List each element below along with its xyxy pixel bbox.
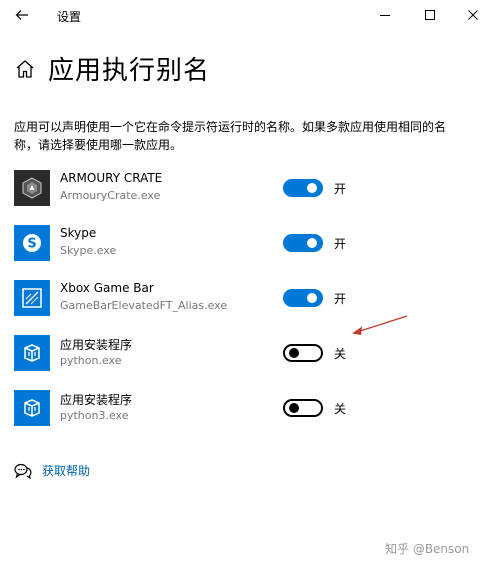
svg-text:S: S bbox=[27, 237, 36, 252]
app-name: Skype bbox=[60, 226, 97, 240]
title-bar: 设置 bbox=[0, 0, 494, 32]
app-name: 应用安装程序 bbox=[60, 393, 133, 407]
watermark: 知乎 @Benson bbox=[385, 542, 470, 556]
alias-toggle-skype[interactable] bbox=[283, 234, 323, 252]
alias-toggle-armoury-crate[interactable] bbox=[283, 179, 323, 197]
app-exe-name: GameBarElevatedFT_Alias.exe bbox=[60, 299, 228, 312]
back-button[interactable] bbox=[11, 4, 33, 26]
app-name: ARMOURY CRATE bbox=[60, 171, 163, 185]
app-name: Xbox Game Bar bbox=[60, 281, 154, 295]
alias-row-skype: S Skype Skype.exe 开 bbox=[14, 225, 454, 263]
alias-toggle-python[interactable] bbox=[283, 344, 323, 362]
toggle-knob bbox=[307, 293, 317, 303]
app-installer-icon bbox=[14, 390, 50, 426]
alias-row-python: 应用安装程序 python.exe 关 bbox=[14, 335, 454, 373]
app-installer-icon bbox=[14, 335, 50, 371]
skype-icon: S bbox=[14, 225, 50, 261]
app-exe-name: python3.exe bbox=[60, 409, 129, 422]
toggle-knob bbox=[307, 238, 317, 248]
close-icon bbox=[468, 10, 478, 20]
toggle-state-label: 关 bbox=[334, 347, 347, 361]
toggle-state-label: 开 bbox=[334, 292, 347, 306]
settings-window: 设置 应用执行别名 应用可以声明使用一个它在命令提示符运行时的名称。如果多款应用… bbox=[0, 0, 494, 570]
alias-row-python3: 应用安装程序 python3.exe 关 bbox=[14, 390, 454, 428]
toggle-knob bbox=[289, 403, 299, 413]
get-help-link[interactable]: 获取帮助 bbox=[14, 462, 90, 479]
toggle-knob bbox=[289, 348, 299, 358]
armoury-crate-icon bbox=[14, 170, 50, 206]
alias-toggle-xbox-game-bar[interactable] bbox=[283, 289, 323, 307]
app-exe-name: ArmouryCrate.exe bbox=[60, 189, 161, 202]
maximize-icon bbox=[425, 10, 435, 20]
app-name: 应用安装程序 bbox=[60, 338, 133, 352]
home-icon bbox=[16, 59, 34, 78]
toggle-knob bbox=[307, 183, 317, 193]
toggle-state-label: 开 bbox=[334, 182, 347, 196]
alias-row-armoury-crate: ARMOURY CRATE ArmouryCrate.exe 开 bbox=[14, 170, 454, 208]
window-title: 设置 bbox=[57, 10, 82, 24]
alias-toggle-python3[interactable] bbox=[283, 399, 323, 417]
back-arrow-icon bbox=[15, 10, 28, 20]
page-title: 应用执行别名 bbox=[48, 56, 211, 86]
xbox-game-bar-icon bbox=[14, 280, 50, 316]
page-header: 应用执行别名 bbox=[14, 50, 210, 87]
maximize-button[interactable] bbox=[413, 2, 447, 28]
toggle-state-label: 开 bbox=[334, 237, 347, 251]
close-button[interactable] bbox=[456, 2, 490, 28]
page-description: 应用可以声明使用一个它在命令提示符运行时的名称。如果多款应用使用相同的名称，请选… bbox=[14, 120, 447, 152]
alias-row-xbox-game-bar: Xbox Game Bar GameBarElevatedFT_Alias.ex… bbox=[14, 280, 454, 318]
help-chat-icon bbox=[14, 463, 32, 479]
minimize-button[interactable] bbox=[368, 2, 402, 28]
app-exe-name: Skype.exe bbox=[60, 244, 117, 257]
toggle-state-label: 关 bbox=[334, 402, 347, 416]
minimize-icon bbox=[380, 15, 390, 16]
app-exe-name: python.exe bbox=[60, 354, 122, 367]
get-help-label[interactable]: 获取帮助 bbox=[42, 462, 90, 479]
